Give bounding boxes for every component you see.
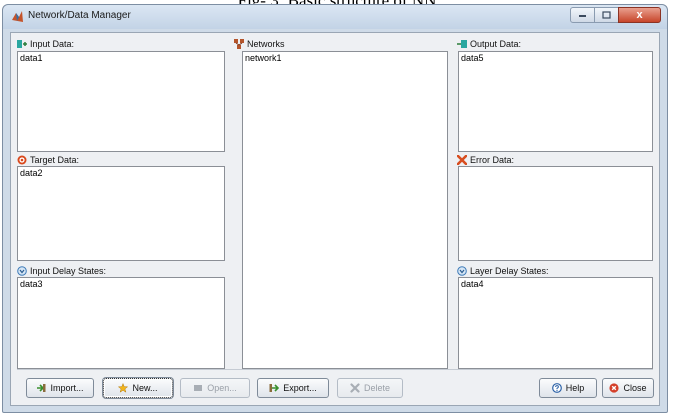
input-data-list[interactable]: data1 [17, 51, 225, 152]
output-data-list[interactable]: data5 [458, 51, 653, 152]
export-button[interactable]: Export... [257, 378, 329, 398]
delete-button[interactable]: Delete [337, 378, 403, 398]
input-data-label: Input Data: [17, 38, 74, 50]
import-icon [37, 384, 46, 392]
minimize-icon [579, 15, 586, 17]
new-star-icon [118, 383, 129, 393]
input-delay-states-list[interactable]: data3 [17, 277, 225, 369]
maximize-icon [602, 11, 611, 19]
new-button[interactable]: New... [103, 378, 173, 398]
output-data-icon [457, 40, 467, 48]
input-delay-states-label: Input Delay States: [17, 265, 106, 277]
client-area: Input Data: data1 Target Data: data2 Inp… [10, 32, 660, 406]
maximize-button[interactable] [594, 7, 619, 23]
target-data-label: Target Data: [17, 154, 79, 166]
close-icon: x [636, 9, 643, 21]
help-button[interactable]: Help [539, 378, 597, 398]
close-button[interactable]: Close [602, 378, 654, 398]
list-item[interactable]: data4 [461, 279, 650, 290]
close-icon [609, 383, 620, 393]
error-data-label: Error Data: [457, 154, 514, 166]
title-bar[interactable]: Network/Data Manager x [3, 5, 667, 29]
input-data-icon [17, 40, 27, 48]
window-title: Network/Data Manager [28, 10, 131, 21]
layer-delay-states-list[interactable]: data4 [458, 277, 653, 369]
button-bar-separator [17, 369, 653, 370]
help-icon [551, 383, 562, 393]
delay-state-icon [457, 266, 467, 276]
delete-icon [350, 383, 360, 393]
networks-label: Networks [234, 38, 285, 50]
delay-state-icon [17, 266, 27, 276]
output-data-label: Output Data: [457, 38, 521, 50]
open-button[interactable]: Open... [180, 378, 250, 398]
error-icon [457, 155, 467, 165]
layer-delay-states-label: Layer Delay States: [457, 265, 549, 277]
network-icon [234, 39, 244, 49]
networks-list[interactable]: network1 [242, 51, 448, 369]
window-controls: x [570, 7, 661, 23]
matlab-logo-icon [12, 11, 23, 22]
target-data-list[interactable]: data2 [17, 166, 225, 261]
list-item[interactable]: data5 [461, 53, 650, 64]
error-data-list[interactable] [458, 166, 653, 261]
list-item[interactable]: data2 [20, 168, 222, 179]
open-icon [194, 385, 203, 391]
network-data-manager-window: Network/Data Manager x Input Data: data1 [2, 4, 668, 413]
list-item[interactable]: network1 [245, 53, 445, 64]
import-button[interactable]: Import... [26, 378, 94, 398]
list-item[interactable]: data3 [20, 279, 222, 290]
minimize-button[interactable] [570, 7, 595, 23]
list-item[interactable]: data1 [20, 53, 222, 64]
export-icon [269, 384, 280, 392]
target-icon [17, 155, 27, 165]
close-window-button[interactable]: x [618, 7, 661, 23]
